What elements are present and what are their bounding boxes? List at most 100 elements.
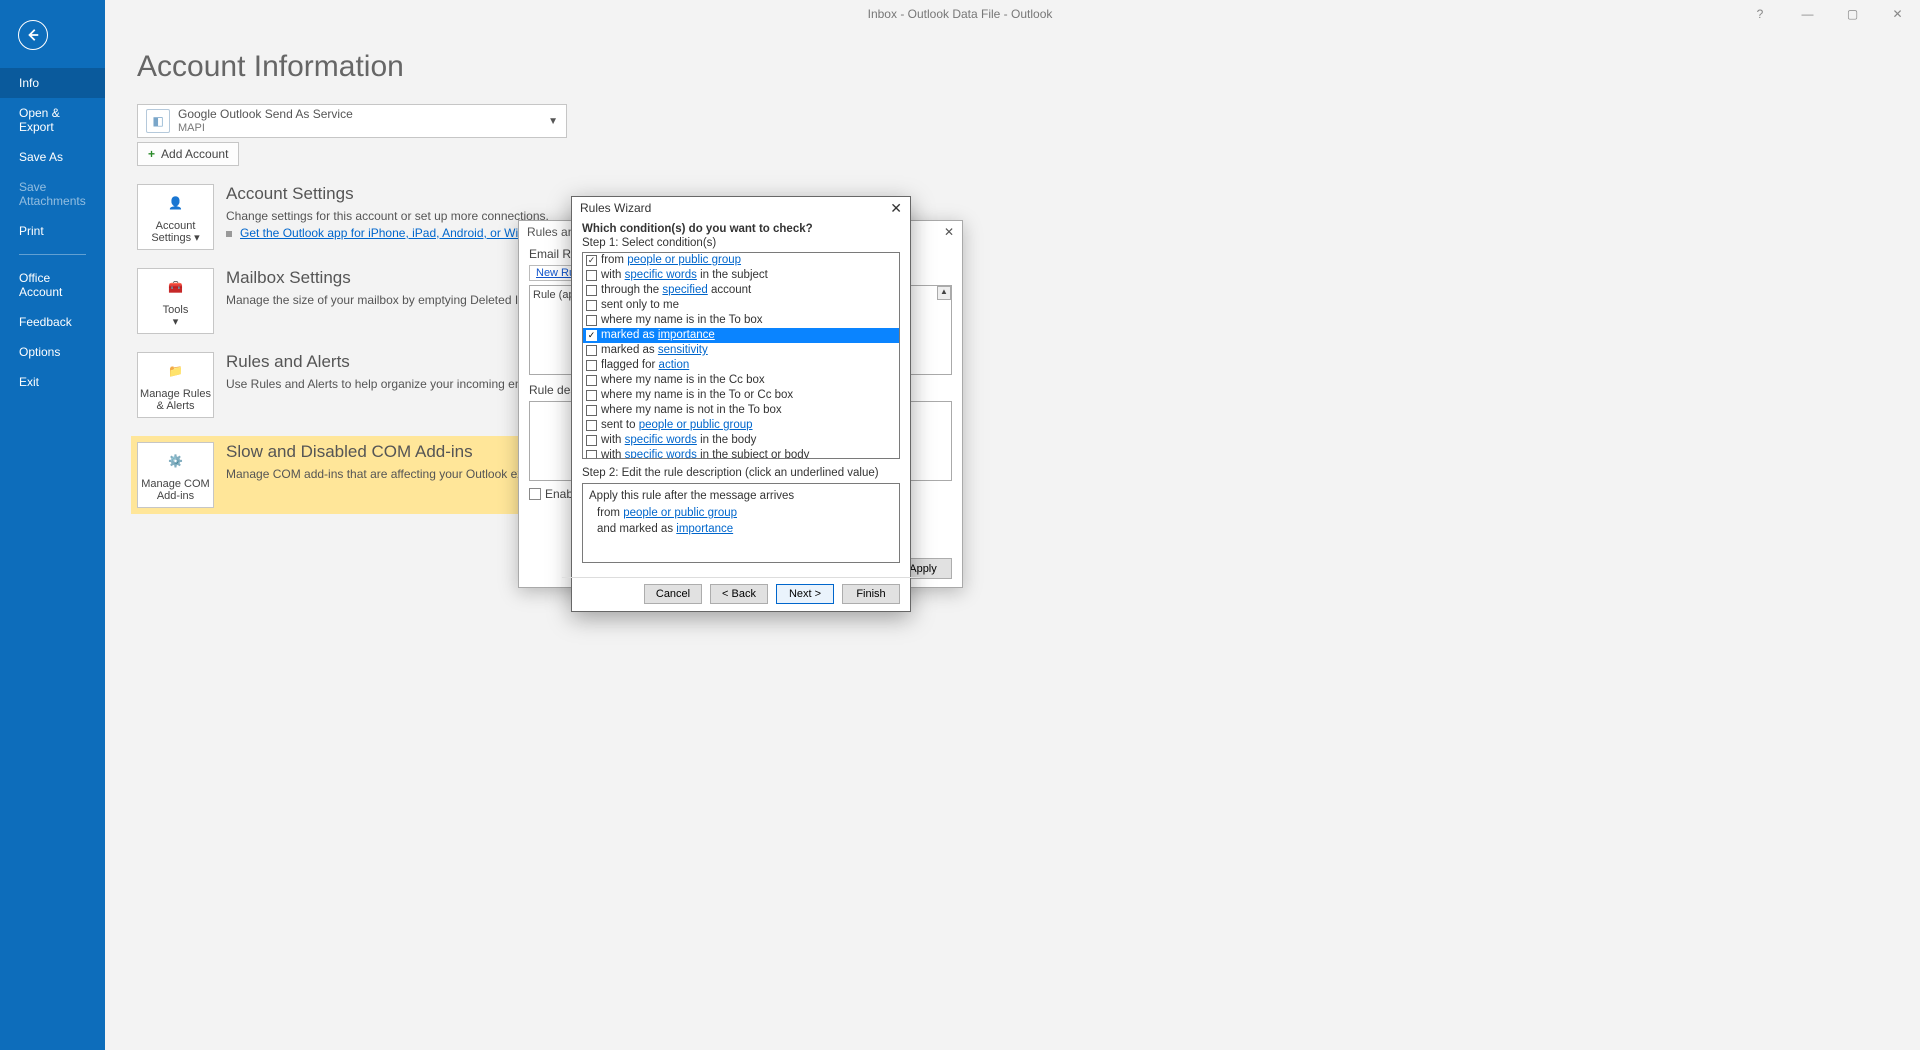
condition-row[interactable]: with specific words in the subject or bo… — [583, 448, 899, 459]
condition-text: marked as sensitivity — [601, 343, 708, 358]
wizard-close-button[interactable]: ✕ — [890, 200, 902, 217]
tools-icon: 🧰 — [163, 274, 189, 300]
titlebar: Inbox - Outlook Data File - Outlook ? — … — [0, 0, 1920, 28]
tools-button[interactable]: 🧰 Tools▾ — [137, 268, 214, 334]
condition-row[interactable]: sent to people or public group — [583, 418, 899, 433]
nav-options[interactable]: Options — [0, 337, 105, 367]
condition-row[interactable]: through the specified account — [583, 283, 899, 298]
condition-value-link[interactable]: specific words — [625, 434, 697, 446]
condition-row[interactable]: with specific words in the subject — [583, 268, 899, 283]
back-arrow-icon — [26, 28, 40, 42]
close-button[interactable]: ✕ — [1875, 0, 1920, 28]
condition-checkbox[interactable] — [586, 390, 597, 401]
condition-checkbox[interactable] — [586, 405, 597, 416]
condition-checkbox[interactable] — [586, 300, 597, 311]
condition-row[interactable]: where my name is not in the To box — [583, 403, 899, 418]
condition-row[interactable]: ✓from people or public group — [583, 253, 899, 268]
condition-value-link[interactable]: specific words — [625, 449, 697, 459]
rules-icon: 📁 — [163, 358, 189, 384]
condition-checkbox[interactable] — [586, 420, 597, 431]
nav-separator — [19, 254, 86, 255]
page-title: Account Information — [137, 50, 1888, 84]
desc-line2-pre: from — [597, 507, 623, 519]
condition-checkbox[interactable]: ✓ — [586, 255, 597, 266]
separator — [562, 577, 920, 578]
account-type: MAPI — [178, 122, 353, 135]
nav-print[interactable]: Print — [0, 216, 105, 246]
condition-row[interactable]: flagged for action — [583, 358, 899, 373]
condition-checkbox[interactable] — [586, 345, 597, 356]
nav-info[interactable]: Info — [0, 68, 105, 98]
account-selector[interactable]: ◧ Google Outlook Send As Service MAPI ▼ — [137, 104, 567, 138]
condition-value-link[interactable]: people or public group — [627, 254, 741, 266]
condition-text: where my name is in the Cc box — [601, 373, 765, 388]
wizard-finish-button[interactable]: Finish — [842, 584, 900, 604]
nav-feedback[interactable]: Feedback — [0, 307, 105, 337]
condition-checkbox[interactable] — [586, 270, 597, 281]
nav-save-as[interactable]: Save As — [0, 142, 105, 172]
maximize-button[interactable]: ▢ — [1830, 0, 1875, 28]
condition-checkbox[interactable] — [586, 450, 597, 459]
wizard-step1-label: Step 1: Select condition(s) — [582, 237, 900, 249]
tools-button-label: Tools▾ — [163, 304, 189, 328]
nav-office-account[interactable]: Office Account — [0, 263, 105, 307]
rules-wizard-dialog: Rules Wizard ✕ Which condition(s) do you… — [571, 196, 911, 612]
nav-open-export[interactable]: Open & Export — [0, 98, 105, 142]
condition-row[interactable]: marked as sensitivity — [583, 343, 899, 358]
manage-com-addins-button[interactable]: ⚙️ Manage COM Add-ins — [137, 442, 214, 508]
add-account-button[interactable]: + Add Account — [137, 142, 239, 166]
wizard-next-button[interactable]: Next > — [776, 584, 834, 604]
condition-text: marked as importance — [601, 328, 715, 343]
condition-row[interactable]: with specific words in the body — [583, 433, 899, 448]
desc-importance-link[interactable]: importance — [676, 523, 733, 535]
condition-text: where my name is in the To box — [601, 313, 763, 328]
manage-com-addins-button-label: Manage COM Add-ins — [138, 478, 213, 502]
condition-value-link[interactable]: sensitivity — [658, 344, 708, 356]
back-button[interactable] — [18, 20, 48, 50]
wizard-title: Rules Wizard — [580, 201, 651, 215]
wizard-question: Which condition(s) do you want to check? — [582, 223, 900, 235]
condition-value-link[interactable]: specified — [662, 284, 707, 296]
manage-rules-button[interactable]: 📁 Manage Rules & Alerts — [137, 352, 214, 418]
account-settings-button[interactable]: 👤 Account Settings ▾ — [137, 184, 214, 250]
minimize-button[interactable]: — — [1785, 0, 1830, 28]
condition-row[interactable]: sent only to me — [583, 298, 899, 313]
condition-checkbox[interactable] — [586, 360, 597, 371]
help-button[interactable]: ? — [1740, 0, 1780, 28]
condition-text: with specific words in the body — [601, 433, 756, 448]
condition-row[interactable]: where my name is in the To box — [583, 313, 899, 328]
condition-checkbox[interactable] — [586, 375, 597, 386]
rule-description-editor[interactable]: Apply this rule after the message arrive… — [582, 483, 900, 563]
nav-save-attachments: Save Attachments — [0, 172, 105, 216]
condition-value-link[interactable]: action — [659, 359, 690, 371]
account-settings-heading: Account Settings — [226, 184, 612, 204]
wizard-back-button[interactable]: < Back — [710, 584, 768, 604]
condition-value-link[interactable]: specific words — [625, 269, 697, 281]
condition-text: with specific words in the subject or bo… — [601, 448, 809, 459]
condition-checkbox[interactable] — [586, 435, 597, 446]
desc-people-link[interactable]: people or public group — [623, 507, 737, 519]
wizard-cancel-button[interactable]: Cancel — [644, 584, 702, 604]
chevron-down-icon: ▼ — [548, 116, 558, 127]
window-title: Inbox - Outlook Data File - Outlook — [868, 7, 1053, 21]
condition-text: with specific words in the subject — [601, 268, 768, 283]
condition-value-link[interactable]: importance — [658, 329, 715, 341]
desc-line-1: Apply this rule after the message arrive… — [589, 488, 893, 505]
condition-checkbox[interactable]: ✓ — [586, 330, 597, 341]
rules-dialog-close-button[interactable]: ✕ — [944, 225, 954, 239]
add-account-label: Add Account — [161, 147, 228, 161]
condition-row[interactable]: ✓ marked as importance — [583, 328, 899, 343]
condition-value-link[interactable]: people or public group — [639, 419, 753, 431]
conditions-list[interactable]: ✓from people or public groupwith specifi… — [582, 252, 900, 459]
condition-text: through the specified account — [601, 283, 751, 298]
condition-text: sent to people or public group — [601, 418, 753, 433]
condition-checkbox[interactable] — [586, 315, 597, 326]
desc-line3-pre: and marked as — [597, 523, 676, 535]
condition-row[interactable]: where my name is in the To or Cc box — [583, 388, 899, 403]
condition-text: where my name is not in the To box — [601, 403, 782, 418]
move-up-button[interactable]: ▲ — [937, 286, 951, 300]
condition-text: sent only to me — [601, 298, 679, 313]
condition-checkbox[interactable] — [586, 285, 597, 296]
condition-row[interactable]: where my name is in the Cc box — [583, 373, 899, 388]
nav-exit[interactable]: Exit — [0, 367, 105, 397]
